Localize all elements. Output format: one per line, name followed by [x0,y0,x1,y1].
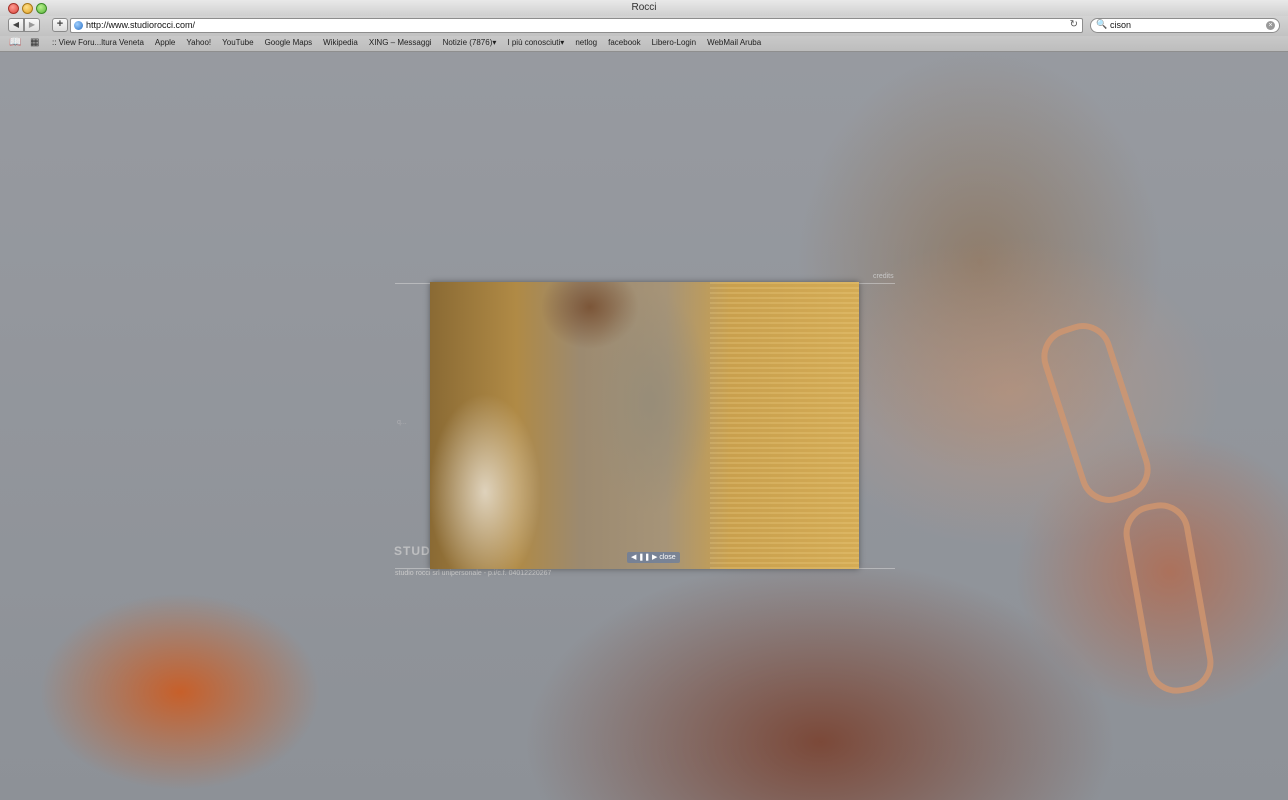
search-input[interactable]: cison [1110,20,1131,30]
back-button[interactable]: ◀ [8,18,24,32]
bookmark-item[interactable]: YouTube [222,38,253,47]
reload-icon[interactable]: ↻ [1070,19,1078,30]
forward-button[interactable]: ▶ [24,18,40,32]
background-photo-detail [1118,497,1219,699]
grid-icon[interactable]: ▦ [30,37,39,48]
add-bookmark-button[interactable]: + [52,18,68,32]
web-page: credits q... STUD studio rocci srl unipe… [0,52,1288,800]
bookmark-item[interactable]: :: View Foru...ltura Veneta [52,38,144,47]
bookmark-item[interactable]: facebook [608,38,640,47]
lightbox-image[interactable]: ◀ ❚❚ ▶ close [430,282,859,569]
lightbox-texture [710,282,859,569]
window-title: Rocci [631,2,657,13]
slideshow-controls[interactable]: ◀ ❚❚ ▶ close [627,552,680,563]
window-titlebar: Rocci [0,0,1288,17]
bookmark-item[interactable]: I più conosciuti▾ [507,38,564,47]
bookmark-item[interactable]: Yahoo! [186,38,211,47]
bookmark-item[interactable]: Wikipedia [323,38,358,47]
bookmark-item[interactable]: netlog [575,38,597,47]
site-logo: STUD [394,544,431,558]
address-bar[interactable]: http://www.studiorocci.com/ ↻ [70,18,1083,33]
ghost-text: q... [397,419,407,426]
bookmark-item[interactable]: Google Maps [265,38,313,47]
bookmark-item[interactable]: XING – Messaggi [369,38,432,47]
bookmarks-bar: 📖 ▦ :: View Foru...ltura Veneta Apple Ya… [0,36,1288,52]
bookmark-list: :: View Foru...ltura Veneta Apple Yahoo!… [52,38,772,47]
bookmark-item[interactable]: Libero-Login [652,38,696,47]
bookmark-item[interactable]: WebMail Aruba [707,38,761,47]
search-field[interactable]: 🔍 cison × [1090,18,1280,33]
globe-icon [74,21,83,30]
footer-text: studio rocci srl unipersonale - p.i/c.f.… [395,570,552,577]
url-text[interactable]: http://www.studiorocci.com/ [86,20,195,30]
credits-link[interactable]: credits [873,273,894,280]
background-photo-detail [1033,315,1159,511]
bookmark-item[interactable]: Apple [155,38,175,47]
search-icon: 🔍 [1096,19,1108,29]
book-icon[interactable]: 📖 [9,37,21,48]
clear-search-icon[interactable]: × [1266,21,1275,30]
browser-toolbar: ◀ ▶ + http://www.studiorocci.com/ ↻ 🔍 ci… [0,16,1288,36]
bookmark-item[interactable]: Notizie (7876)▾ [443,38,497,47]
